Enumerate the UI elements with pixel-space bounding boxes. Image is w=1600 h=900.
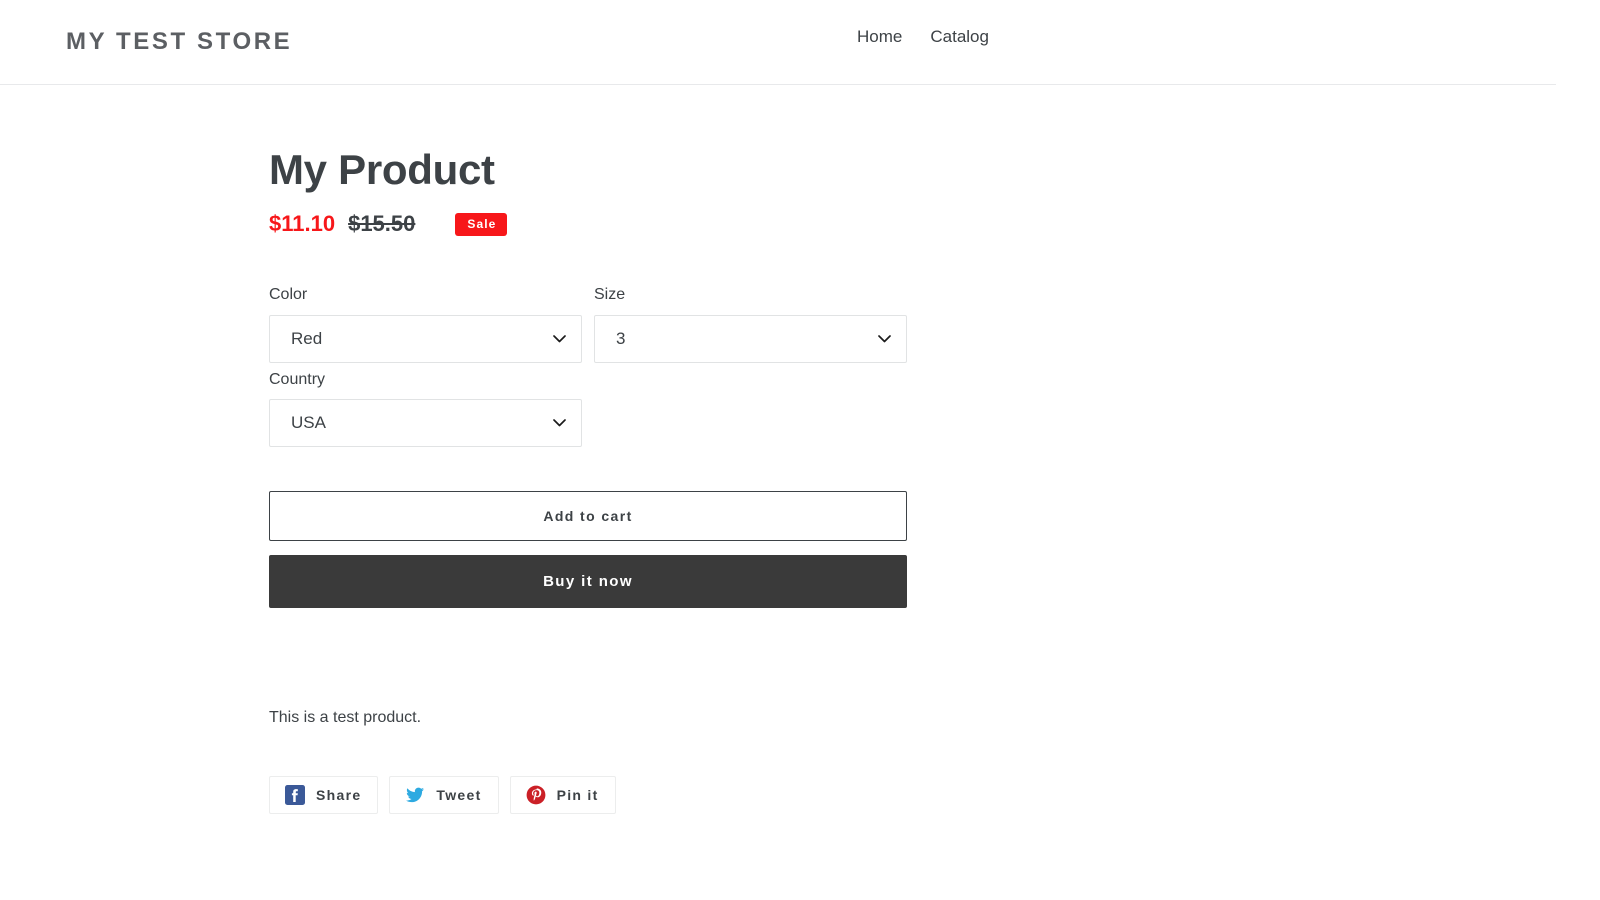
main-navigation: Home Catalog [857, 26, 989, 48]
share-pinterest-button[interactable]: Pin it [510, 776, 616, 814]
product-compare-at-price: $15.50 [348, 213, 415, 235]
store-page: My Test Store Home Catalog My Product $1… [0, 0, 1556, 900]
facebook-icon [285, 785, 305, 805]
product-price: $11.10 [269, 213, 335, 235]
select-color[interactable]: Red [269, 315, 582, 363]
share-buttons: Share Tweet [269, 776, 1556, 814]
share-pinterest-label: Pin it [557, 788, 599, 802]
select-country[interactable]: USA [269, 399, 582, 447]
select-shell-country: USA [269, 399, 582, 447]
option-label-country: Country [269, 369, 582, 391]
product-title: My Product [269, 147, 1556, 193]
select-shell-color: Red [269, 315, 582, 363]
pinterest-icon [526, 785, 546, 805]
product-main: My Product $11.10 $15.50 Sale Color Red [0, 85, 1556, 814]
option-field-color: Color Red [269, 284, 582, 362]
scrollbar-gutter[interactable] [1556, 0, 1600, 900]
select-size[interactable]: 3 [594, 315, 907, 363]
share-twitter-label: Tweet [436, 788, 481, 802]
browser-viewport: My Test Store Home Catalog My Product $1… [0, 0, 1600, 900]
option-label-color: Color [269, 284, 582, 306]
price-row: $11.10 $15.50 Sale [269, 211, 1556, 237]
product-options: Color Red Size 3 [269, 284, 909, 453]
sale-badge: Sale [455, 213, 507, 236]
twitter-icon [405, 785, 425, 805]
purchase-actions: Add to cart Buy it now [269, 491, 907, 608]
option-field-country: Country USA [269, 369, 582, 447]
share-facebook-button[interactable]: Share [269, 776, 378, 814]
add-to-cart-button[interactable]: Add to cart [269, 491, 907, 541]
buy-it-now-button[interactable]: Buy it now [269, 555, 907, 608]
store-logo[interactable]: My Test Store [66, 30, 292, 54]
option-label-size: Size [594, 284, 907, 306]
share-facebook-label: Share [316, 788, 361, 802]
nav-link-catalog[interactable]: Catalog [930, 26, 989, 48]
nav-link-home[interactable]: Home [857, 26, 902, 48]
option-field-size: Size 3 [594, 284, 907, 362]
share-twitter-button[interactable]: Tweet [389, 776, 498, 814]
select-shell-size: 3 [594, 315, 907, 363]
product-description: This is a test product. [269, 706, 1556, 730]
site-header: My Test Store Home Catalog [0, 0, 1556, 85]
